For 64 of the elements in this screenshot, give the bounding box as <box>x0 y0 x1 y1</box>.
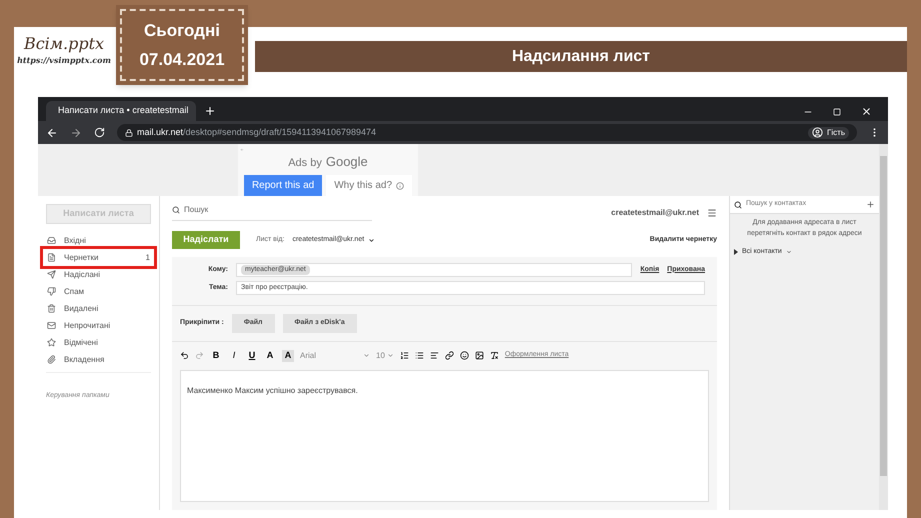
folder-icon <box>47 270 56 279</box>
report-ad-button[interactable]: Report this ad <box>244 175 322 196</box>
date-label: Сьогодні <box>144 20 220 42</box>
folder-item[interactable]: Вхідні <box>43 232 154 249</box>
caret-icon <box>363 352 370 359</box>
caret-icon <box>368 236 376 244</box>
numbered-list-icon[interactable] <box>400 351 409 360</box>
folder-item[interactable]: Непрочитані <box>43 317 154 334</box>
logo-url: https://vsimpptx.com <box>17 54 111 66</box>
folder-icon <box>47 304 56 313</box>
image-icon[interactable] <box>474 351 484 360</box>
undo-icon[interactable] <box>180 351 189 360</box>
folder-item[interactable]: Відмічені <box>43 334 154 351</box>
caret-icon <box>386 352 394 359</box>
scrollbar[interactable] <box>879 144 888 510</box>
message-body-field[interactable]: Максименко Максим успішно зареєструвався. <box>180 370 709 502</box>
clear-format-icon[interactable] <box>490 351 499 360</box>
address-bar[interactable]: mail.ukr.net/desktop#sendmsg/draft/1594113941067989474 Гість <box>117 124 857 141</box>
info-icon <box>396 182 404 190</box>
format-button[interactable]: B <box>210 350 222 362</box>
triangle-icon <box>734 249 738 256</box>
reload-icon[interactable] <box>94 127 105 138</box>
add-contact-icon[interactable] <box>866 200 875 209</box>
user-icon <box>812 127 824 138</box>
folder-item[interactable]: Вкладення <box>43 351 154 368</box>
folder-icon <box>47 287 56 296</box>
caret-icon <box>786 249 792 256</box>
smile-icon[interactable] <box>460 351 469 360</box>
folder-count: 1 <box>146 252 150 264</box>
url-path: /desktop#sendmsg/draft/1594113941067989474 <box>183 126 376 139</box>
back-icon[interactable] <box>46 126 58 138</box>
folder-icon <box>47 253 56 262</box>
format-button[interactable]: U <box>246 350 258 362</box>
folder-icon <box>47 355 56 364</box>
menu-icon[interactable] <box>707 208 717 218</box>
format-button[interactable]: A <box>282 350 294 362</box>
folder-icon <box>47 236 56 245</box>
folder-icon <box>47 321 56 330</box>
logo-text: Всім.pptx <box>24 34 104 54</box>
search-icon <box>734 200 742 208</box>
folder-item[interactable]: Видалені <box>43 300 154 317</box>
profile-button[interactable]: Гість <box>808 126 849 138</box>
format-button[interactable]: A <box>264 350 276 362</box>
search-icon <box>172 206 180 214</box>
maximize-icon[interactable] <box>833 108 841 116</box>
format-button[interactable]: I <box>228 350 240 362</box>
folder-item[interactable]: Надіслані <box>43 266 154 283</box>
ads-label: Ads by <box>288 156 322 170</box>
date-text: 07.04.2021 <box>139 49 225 71</box>
link-icon[interactable] <box>444 351 454 360</box>
new-tab-icon[interactable] <box>204 105 216 117</box>
slide-title: Надсилання лист <box>512 46 650 66</box>
bullet-list-icon[interactable] <box>414 351 424 360</box>
search-field[interactable]: Пошук <box>184 204 372 216</box>
browser-tab[interactable]: Написати листа • createtestmail <box>46 101 196 121</box>
align-icon[interactable] <box>430 351 439 360</box>
folder-item[interactable]: Спам <box>43 283 154 300</box>
close-icon[interactable] <box>861 106 872 117</box>
account-email: createtestmail@ukr.net <box>611 206 699 218</box>
google-text: Google <box>326 152 368 171</box>
lock-icon <box>125 128 133 136</box>
forward-icon[interactable] <box>70 126 82 138</box>
why-ad-button[interactable]: Why this ad? <box>326 175 412 196</box>
folder-icon <box>47 338 56 347</box>
